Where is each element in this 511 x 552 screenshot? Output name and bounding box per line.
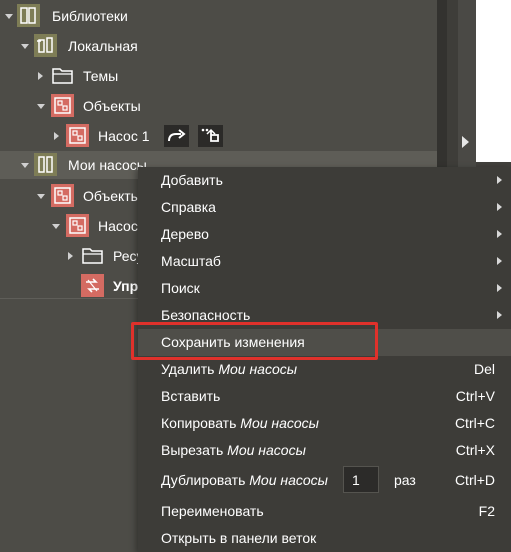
tree-item-label: Объекты (83, 188, 141, 204)
menu-item-open-in-branch-panel[interactable]: Открыть в панели веток (138, 525, 511, 552)
menu-item-search[interactable]: Поиск (138, 275, 511, 302)
tree-item-label: Библиотеки (52, 8, 128, 24)
library-icon (17, 4, 40, 27)
shortcut-label: Ctrl+C (454, 415, 495, 431)
collapse-arrow-icon[interactable] (5, 14, 13, 19)
menu-item-copy[interactable]: Копировать Мои насосы Ctrl+C (138, 410, 511, 437)
insert-button[interactable] (198, 125, 223, 147)
control-icon (81, 274, 104, 297)
submenu-arrow-icon (497, 176, 502, 184)
object-icon (66, 214, 89, 237)
shortcut-label: Ctrl+V (455, 388, 495, 404)
tree-item-local[interactable]: Локальная (0, 32, 437, 60)
menu-item-add[interactable]: Добавить (138, 167, 511, 194)
go-to-icon (168, 129, 186, 142)
submenu-arrow-icon (497, 230, 502, 238)
tree-item-label: Локальная (68, 38, 138, 54)
menu-item-delete[interactable]: Удалить Мои насосы Del (138, 356, 511, 383)
tree-item-objects[interactable]: Объекты (0, 92, 437, 120)
menu-item-save-changes[interactable]: Сохранить изменения (138, 329, 511, 356)
tree-item-themes[interactable]: Темы (0, 62, 437, 90)
context-menu: Добавить Справка Дерево Масштаб Поиск Бе… (138, 167, 511, 552)
submenu-arrow-icon (497, 203, 502, 211)
tree-item-label: Насос (98, 218, 138, 234)
tree-item-label: Темы (83, 68, 119, 84)
duplicate-count-input[interactable]: 1 (343, 466, 379, 493)
submenu-arrow-icon (497, 257, 502, 265)
tree-item-pump-1[interactable]: Насос 1 (0, 122, 437, 150)
submenu-arrow-icon (497, 311, 502, 319)
menu-item-help[interactable]: Справка (138, 194, 511, 221)
shortcut-label: Del (473, 361, 495, 377)
expand-arrow-icon[interactable] (38, 72, 43, 80)
tree-item-label: Мои насосы (68, 157, 147, 173)
library-icon (34, 34, 57, 57)
menu-item-paste[interactable]: Вставить Ctrl+V (138, 383, 511, 410)
expand-arrow-icon[interactable] (68, 252, 73, 260)
menu-item-duplicate[interactable]: Дублировать Мои насосы 1 раз Ctrl+D (138, 465, 511, 496)
menu-item-security[interactable]: Безопасность (138, 302, 511, 329)
menu-item-rename[interactable]: Переименовать F2 (138, 498, 511, 525)
menu-item-tree[interactable]: Дерево (138, 221, 511, 248)
shortcut-label: Ctrl+X (455, 442, 495, 458)
shortcut-label: F2 (478, 503, 495, 519)
folder-icon (51, 64, 74, 87)
collapse-arrow-icon[interactable] (37, 104, 45, 109)
tree-item-label: Объекты (83, 98, 141, 114)
folder-icon (81, 244, 104, 267)
object-icon (51, 94, 74, 117)
submenu-arrow-icon (497, 284, 502, 292)
tree-item-label: Упр (113, 278, 139, 294)
library-icon (34, 153, 57, 176)
collapse-arrow-icon[interactable] (37, 194, 45, 199)
insert-icon (201, 128, 219, 142)
collapse-arrow-icon[interactable] (52, 224, 60, 229)
tree-item-label: Насос 1 (98, 128, 150, 144)
side-panel-content (476, 0, 511, 162)
duplicate-count-unit: раз (394, 472, 416, 488)
collapse-arrow-icon[interactable] (21, 44, 29, 49)
expand-arrow-icon[interactable] (54, 132, 59, 140)
tree-item-libraries[interactable]: Библиотеки (0, 2, 437, 30)
menu-item-scale[interactable]: Масштаб (138, 248, 511, 275)
go-to-button[interactable] (164, 125, 189, 147)
expand-panel-icon[interactable] (462, 136, 469, 148)
object-icon (51, 184, 74, 207)
shortcut-label: Ctrl+D (454, 472, 495, 488)
object-icon (66, 124, 89, 147)
menu-item-cut[interactable]: Вырезать Мои насосы Ctrl+X (138, 437, 511, 464)
collapse-arrow-icon[interactable] (21, 163, 29, 168)
